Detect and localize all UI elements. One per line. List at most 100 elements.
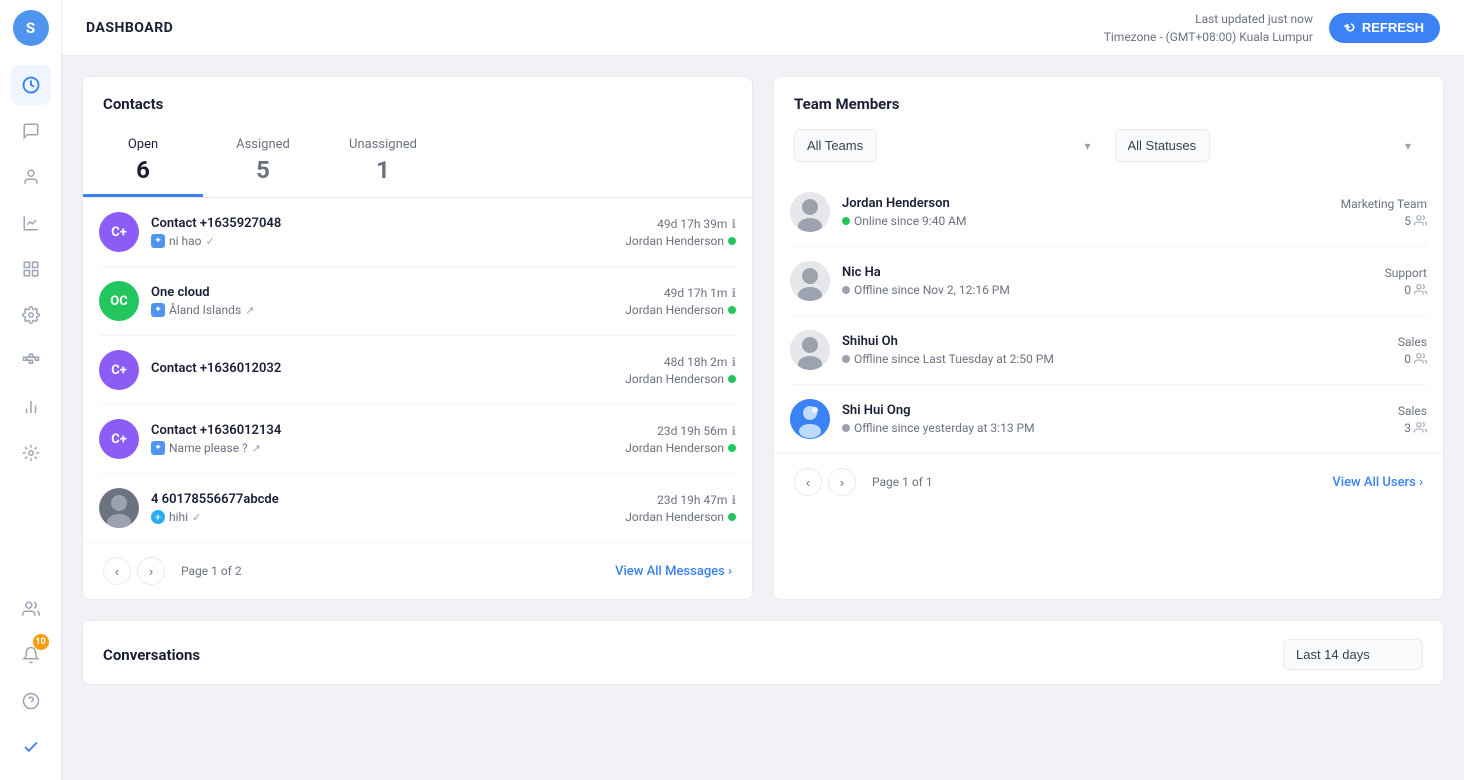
status-indicator [842, 217, 850, 225]
contact-item[interactable]: OC One cloud ✦ Åland Islands ↗ 49d 17h 1… [99, 267, 736, 336]
chatwoot-icon: ✦ [151, 441, 165, 455]
tab-open[interactable]: Open 6 [83, 125, 203, 197]
sidebar-item-analytics[interactable] [11, 387, 51, 427]
conversations-filter-wrap: Last 14 days [1283, 639, 1423, 670]
view-all-messages-link[interactable]: View All Messages › [615, 564, 732, 579]
status-indicator [842, 424, 850, 432]
conversations-title: Conversations [103, 646, 200, 664]
sidebar-item-settings-gear[interactable] [11, 295, 51, 335]
user-avatar[interactable]: S [13, 10, 49, 46]
sidebar-item-contacts[interactable] [11, 157, 51, 197]
status-indicator [842, 286, 850, 294]
contact-item[interactable]: C+ Contact +1636012134 ✦ Name please ? ↗… [99, 405, 736, 474]
contacts-header: Contacts [83, 77, 752, 113]
sidebar-item-settings2[interactable] [11, 433, 51, 473]
refresh-button[interactable]: ↻ REFRESH [1329, 13, 1440, 43]
main-content: DASHBOARD Last updated just now Timezone… [62, 0, 1464, 780]
contact-right: 23d 19h 47m ℹ Jordan Henderson [625, 493, 736, 524]
telegram-icon: ✈ [151, 510, 165, 524]
topbar: DASHBOARD Last updated just now Timezone… [62, 0, 1464, 56]
conversations-card: Conversations Last 14 days [82, 620, 1444, 685]
contact-avatar: C+ [99, 419, 139, 459]
team-footer: ‹ › Page 1 of 1 View All Users › [774, 453, 1443, 510]
conversations-filter-select[interactable]: Last 14 days [1283, 639, 1423, 670]
contact-item[interactable]: C+ Contact +1636012032 48d 18h 2m ℹ Jord… [99, 336, 736, 405]
page-title: DASHBOARD [86, 20, 173, 36]
view-all-users-link[interactable]: View All Users › [1332, 475, 1423, 490]
sidebar-item-checkmark[interactable] [11, 727, 51, 767]
sidebar-item-profile[interactable] [11, 589, 51, 629]
member-info: Shi Hui Ong Offline since yesterday at 3… [842, 403, 1386, 435]
sidebar: S [0, 0, 62, 780]
timezone: Timezone - (GMT+08:00) Kuala Lumpur [1104, 28, 1313, 46]
chatwoot-icon: ✦ [151, 303, 165, 317]
contact-item[interactable]: 4 60178556677abcde ✈ hihi ✓ 23d 19h 47m … [99, 474, 736, 542]
team-filters: All Teams All Statuses [774, 113, 1443, 178]
contacts-pagination: Page 1 of 2 [181, 564, 242, 578]
contacts-tabs: Open 6 Assigned 5 Unassigned 1 [83, 125, 752, 198]
dashboard-body: Contacts Open 6 Assigned 5 Unassigned 1 [62, 56, 1464, 780]
contact-right: 49d 17h 1m ℹ Jordan Henderson [625, 286, 736, 317]
dashboard-row-2: Conversations Last 14 days [82, 620, 1444, 685]
all-statuses-filter-wrap: All Statuses [1115, 129, 1424, 162]
chatwoot-icon: ✦ [151, 234, 165, 248]
member-info: Jordan Henderson Online since 9:40 AM [842, 196, 1329, 228]
contact-list: C+ Contact +1635927048 ✦ ni hao ✓ 49d 17… [83, 198, 752, 542]
contact-info: Contact +1636012134 ✦ Name please ? ↗ [151, 423, 613, 455]
last-updated: Last updated just now [1104, 10, 1313, 28]
contact-info: Contact +1635927048 ✦ ni hao ✓ [151, 216, 613, 248]
sidebar-item-reports2[interactable] [11, 249, 51, 289]
topbar-info: Last updated just now Timezone - (GMT+08… [1104, 10, 1313, 46]
contact-info: 4 60178556677abcde ✈ hihi ✓ [151, 492, 613, 524]
member-info: Shihui Oh Offline since Last Tuesday at … [842, 334, 1386, 366]
team-next-page-button[interactable]: › [828, 468, 856, 496]
conversations-header: Conversations Last 14 days [83, 621, 1443, 684]
member-info: Nic Ha Offline since Nov 2, 12:16 PM [842, 265, 1373, 297]
sidebar-item-help[interactable] [11, 681, 51, 721]
topbar-right: Last updated just now Timezone - (GMT+08… [1104, 10, 1440, 46]
contact-avatar-photo [99, 488, 139, 528]
sidebar-item-reports[interactable] [11, 203, 51, 243]
prev-page-button[interactable]: ‹ [103, 557, 131, 585]
sidebar-item-dashboard[interactable] [11, 65, 51, 105]
contact-right: 49d 17h 39m ℹ Jordan Henderson [625, 217, 736, 248]
contact-avatar: OC [99, 281, 139, 321]
notification-badge: 10 [33, 634, 49, 650]
tab-unassigned[interactable]: Unassigned 1 [323, 125, 443, 197]
member-right: Support 0 [1385, 266, 1427, 297]
member-avatar [790, 330, 830, 370]
contacts-footer: ‹ › Page 1 of 2 View All Messages › [83, 542, 752, 599]
sidebar-item-conversations[interactable] [11, 111, 51, 151]
member-right: Sales 0 [1398, 335, 1427, 366]
next-page-button[interactable]: › [137, 557, 165, 585]
team-members-card: Team Members All Teams All Statuses [773, 76, 1444, 600]
contact-info: One cloud ✦ Åland Islands ↗ [151, 285, 613, 317]
contact-right: 23d 19h 56m ℹ Jordan Henderson [625, 424, 736, 455]
member-right: Marketing Team 5 [1341, 197, 1427, 228]
status-indicator [842, 355, 850, 363]
all-teams-filter-wrap: All Teams [794, 129, 1103, 162]
contact-right: 48d 18h 2m ℹ Jordan Henderson [625, 355, 736, 386]
member-right: Sales 3 [1398, 404, 1427, 435]
member-item[interactable]: Shi Hui Ong Offline since yesterday at 3… [790, 385, 1427, 453]
team-pagination-buttons: ‹ › [794, 468, 856, 496]
refresh-icon: ↻ [1342, 18, 1359, 37]
all-teams-select[interactable]: All Teams [794, 129, 877, 162]
contact-item[interactable]: C+ Contact +1635927048 ✦ ni hao ✓ 49d 17… [99, 198, 736, 267]
dashboard-row-1: Contacts Open 6 Assigned 5 Unassigned 1 [82, 76, 1444, 600]
contacts-card: Contacts Open 6 Assigned 5 Unassigned 1 [82, 76, 753, 600]
member-item[interactable]: Nic Ha Offline since Nov 2, 12:16 PM Sup… [790, 247, 1427, 316]
sidebar-item-org[interactable] [11, 341, 51, 381]
team-pagination: Page 1 of 1 [872, 475, 933, 489]
member-avatar [790, 399, 830, 439]
member-item[interactable]: Jordan Henderson Online since 9:40 AM Ma… [790, 178, 1427, 247]
member-list: Jordan Henderson Online since 9:40 AM Ma… [774, 178, 1443, 453]
member-item[interactable]: Shihui Oh Offline since Last Tuesday at … [790, 316, 1427, 385]
contact-avatar: C+ [99, 212, 139, 252]
contact-info: Contact +1636012032 [151, 361, 613, 379]
pagination-buttons: ‹ › [103, 557, 165, 585]
tab-assigned[interactable]: Assigned 5 [203, 125, 323, 197]
contact-avatar: C+ [99, 350, 139, 390]
all-statuses-select[interactable]: All Statuses [1115, 129, 1210, 162]
team-prev-page-button[interactable]: ‹ [794, 468, 822, 496]
